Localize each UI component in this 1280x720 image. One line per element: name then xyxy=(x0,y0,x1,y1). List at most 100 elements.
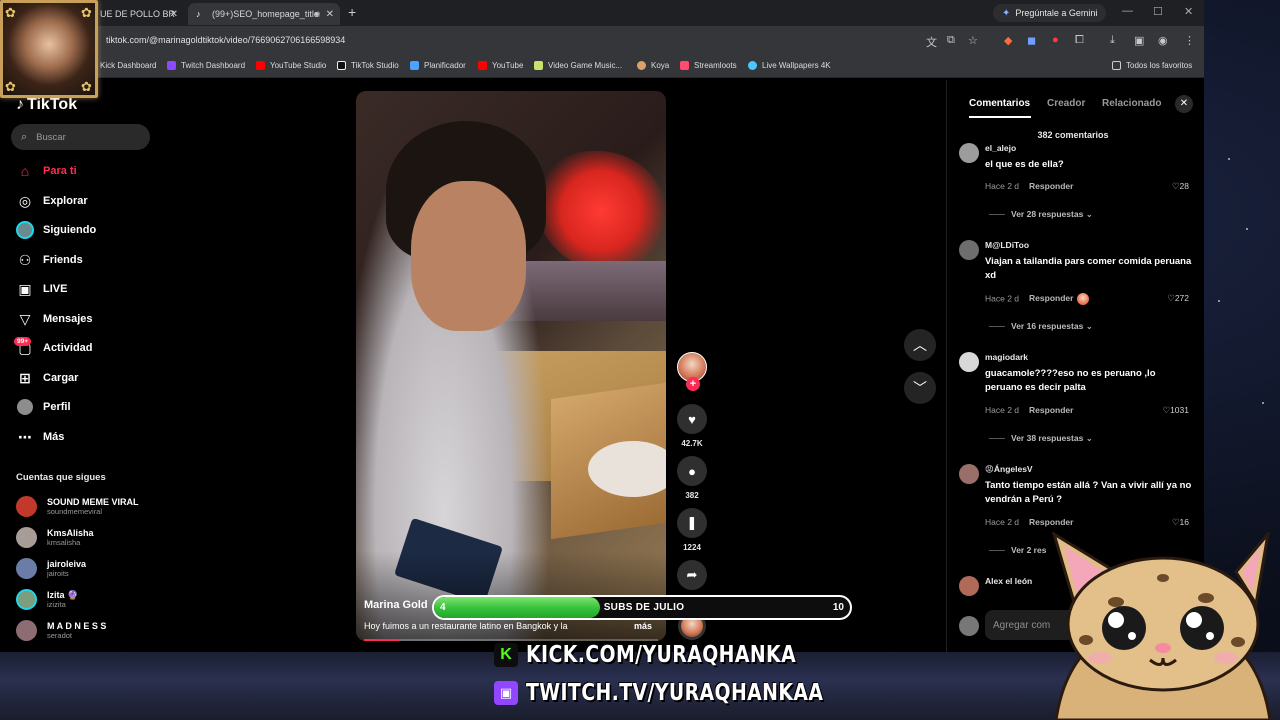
like-count: 42.7K xyxy=(681,439,703,448)
star-decoration xyxy=(1218,300,1220,302)
bookmark-item[interactable]: YouTube xyxy=(478,61,523,70)
bookmark-item[interactable]: Kick Dashboard xyxy=(100,61,156,70)
tab-related[interactable]: Relacionado xyxy=(1102,98,1161,109)
cast-icon[interactable]: ⧉ xyxy=(947,34,955,47)
url-field[interactable]: tiktok.com/@marinagoldtiktok/video/76690… xyxy=(106,35,345,45)
all-favorites[interactable]: Todos los favoritos xyxy=(1112,61,1192,70)
creator-liked-icon xyxy=(1077,293,1090,305)
reply-button[interactable]: Responder xyxy=(1029,181,1073,191)
followed-account[interactable]: SOUND MEME VIRAL soundmemeviral xyxy=(16,496,139,517)
profile-avatar-icon[interactable]: ◉ xyxy=(1158,34,1168,47)
search-bar[interactable]: ⌕ xyxy=(11,124,150,150)
tab-title: (99+)SEO_homepage_title xyxy=(212,9,319,19)
video-progress-fill xyxy=(364,639,400,641)
minimize-icon[interactable]: — xyxy=(1122,5,1133,17)
close-comments-icon[interactable]: ✕ xyxy=(1175,95,1193,113)
comment-like[interactable]: ♡272 xyxy=(1167,293,1189,304)
like-button[interactable]: ♥ xyxy=(677,404,707,434)
nav-for-you[interactable]: ⌂ Para ti xyxy=(16,161,77,181)
menu-dots-icon[interactable]: ⋮ xyxy=(1184,34,1195,47)
close-tab-icon[interactable]: ✕ xyxy=(170,9,178,20)
bookmark-item[interactable]: Streamloots xyxy=(680,61,737,70)
followed-account[interactable]: Izita 🔮 izizita xyxy=(16,589,78,610)
bookmark-star-icon[interactable]: ☆ xyxy=(968,34,978,47)
nav-more[interactable]: ⋯ Más xyxy=(16,427,64,447)
maximize-icon[interactable]: ☐ xyxy=(1153,5,1163,18)
followed-account[interactable]: M A D N E S Sseradot xyxy=(16,620,106,641)
comment-button[interactable]: ● xyxy=(677,456,707,486)
close-tab-icon[interactable]: ✕ xyxy=(326,9,334,20)
comment-user[interactable]: Alex el león xyxy=(985,576,1032,586)
video-player[interactable]: Marina Gold Hoy fuimos a un restaurante … xyxy=(356,91,666,641)
video-author[interactable]: Marina Gold xyxy=(364,599,428,611)
nav-live[interactable]: ▣ LIVE xyxy=(16,279,67,299)
avatar[interactable] xyxy=(959,240,979,260)
extension-icon[interactable]: ◼ xyxy=(1027,34,1036,47)
view-replies[interactable]: Ver 38 respuestas ⌄ xyxy=(989,433,1093,444)
avatar[interactable] xyxy=(959,143,979,163)
comment-meta: Hace 2 d Responder xyxy=(985,405,1074,415)
comment-user[interactable]: 😡ÁngelesV xyxy=(985,464,1033,475)
comment-like[interactable]: ♡16 xyxy=(1172,517,1189,528)
comment-count: 382 xyxy=(685,491,699,500)
avatar[interactable] xyxy=(959,464,979,484)
bookmark-item[interactable]: Twitch Dashboard xyxy=(167,61,245,70)
extension-icon[interactable]: ● xyxy=(1052,34,1059,46)
bookmark-item[interactable]: TikTok Studio xyxy=(337,61,399,70)
avatar xyxy=(959,616,979,636)
nav-following[interactable]: Siguiendo xyxy=(16,220,96,240)
translate-icon[interactable]: 文 xyxy=(926,34,937,50)
nav-friends[interactable]: ⚇ Friends xyxy=(16,250,83,270)
nav-messages[interactable]: ▽ Mensajes xyxy=(16,309,93,329)
browser-tab-active[interactable]: ♪ (99+)SEO_homepage_title 🔊︎ ✕ xyxy=(188,3,340,25)
comment-user[interactable]: M@LDiToo xyxy=(985,240,1029,250)
comment-like[interactable]: ♡1031 xyxy=(1162,405,1189,416)
bookmark-item[interactable]: Video Game Music... xyxy=(534,61,622,70)
flower-decoration-icon: ✿ xyxy=(81,79,92,94)
new-tab-icon[interactable]: + xyxy=(348,4,356,20)
friends-icon: ⚇ xyxy=(18,251,32,268)
comment-user[interactable]: el_alejo xyxy=(985,143,1016,153)
gemini-button[interactable]: ✦ Pregúntale a Gemini xyxy=(993,4,1107,22)
comment-like[interactable]: ♡28 xyxy=(1172,181,1189,192)
extension-icon[interactable]: ◆ xyxy=(1004,34,1012,47)
share-button[interactable]: ➦ xyxy=(677,560,707,590)
comment-user[interactable]: magiodark xyxy=(985,352,1028,362)
close-window-icon[interactable]: ✕ xyxy=(1184,5,1193,18)
tiktok-logo[interactable]: ♪ TikTok xyxy=(16,96,77,114)
bookmark-item[interactable]: Planificador xyxy=(410,61,466,70)
download-icon[interactable]: ⤓ xyxy=(1110,34,1115,47)
extensions-puzzle-icon[interactable]: ⧠ xyxy=(1075,34,1084,47)
avatar[interactable] xyxy=(959,576,979,596)
next-video-button[interactable]: ﹀ xyxy=(904,372,936,404)
video-progress-bar[interactable] xyxy=(364,639,658,641)
bookmark-item[interactable]: YouTube Studio xyxy=(256,61,326,70)
browser-tab[interactable]: UE DE POLLO BR ✕ xyxy=(92,3,184,25)
search-input[interactable] xyxy=(36,131,137,143)
view-replies[interactable]: Ver 16 respuestas ⌄ xyxy=(989,321,1093,332)
nav-upload[interactable]: ⊞ Cargar xyxy=(16,368,78,388)
chevron-up-icon: ︿ xyxy=(913,337,927,353)
previous-video-button[interactable]: ︿ xyxy=(904,329,936,361)
followed-account[interactable]: KmsAlisha kmsalisha xyxy=(16,527,94,548)
screenshot-icon[interactable]: ▣ xyxy=(1134,34,1144,47)
speaker-icon[interactable]: 🔊︎ xyxy=(314,9,320,20)
reply-button[interactable]: Responder xyxy=(1029,293,1073,303)
nav-profile[interactable]: Perfil xyxy=(16,397,71,417)
bookmark-item[interactable]: Live Wallpapers 4K xyxy=(748,61,831,70)
reply-button[interactable]: Responder xyxy=(1029,517,1073,527)
avatar[interactable] xyxy=(959,352,979,372)
nav-explore[interactable]: ◎ Explorar xyxy=(16,191,88,211)
reply-button[interactable]: Responder xyxy=(1029,405,1073,415)
streamer-avatar: ✿ ✿ ✿ ✿ xyxy=(0,0,98,98)
bookmark-item[interactable]: Koya xyxy=(637,61,669,70)
music-icon xyxy=(534,61,543,70)
tab-creator[interactable]: Creador xyxy=(1047,98,1085,109)
followed-account[interactable]: jairoleiva jairoits xyxy=(16,558,86,579)
video-more-link[interactable]: más xyxy=(634,621,652,631)
view-replies[interactable]: Ver 28 respuestas ⌄ xyxy=(989,209,1093,220)
save-button[interactable]: ❚ xyxy=(677,508,707,538)
tab-comments[interactable]: Comentarios xyxy=(969,98,1030,109)
follow-plus-icon[interactable]: + xyxy=(686,377,700,391)
view-replies[interactable]: Ver 2 res xyxy=(989,545,1046,555)
